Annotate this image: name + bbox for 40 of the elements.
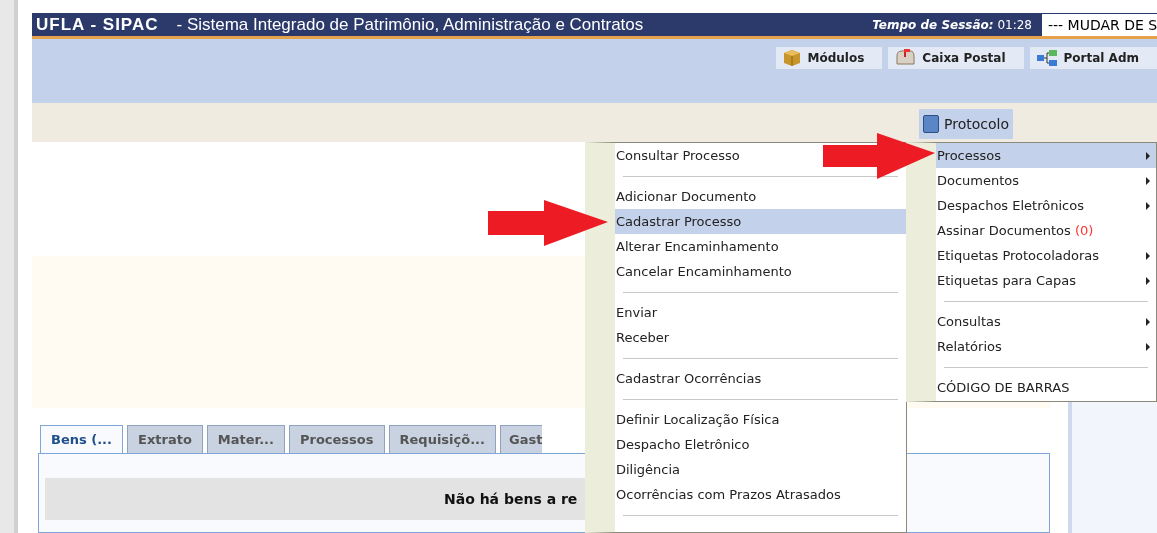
menu-item[interactable]: Processos bbox=[936, 143, 1156, 168]
content-tab[interactable]: Mater... bbox=[206, 425, 285, 453]
system-subtitle: - Sistema Integrado de Patrimônio, Administração e Contratos bbox=[176, 14, 644, 37]
menu-item[interactable]: Adicionar Documento bbox=[615, 184, 763, 209]
empty-message: Não há bens a re bbox=[444, 489, 578, 509]
toolbar-button[interactable]: Portal Adm bbox=[1029, 47, 1157, 70]
book-icon bbox=[923, 115, 939, 134]
session-timer: Tempo de Sessão: 01:28 bbox=[872, 16, 1032, 34]
menu-item[interactable]: Assinar Documentos (0) bbox=[936, 218, 1156, 243]
menu-item[interactable]: Ocorrências com Prazos Atrasados bbox=[615, 482, 847, 507]
menu-item[interactable]: Definir Localização Física bbox=[615, 407, 786, 432]
menu-item[interactable]: Cadastrar Processo bbox=[615, 209, 906, 234]
menu-item[interactable]: Consultar Processo bbox=[615, 143, 746, 168]
menu-item[interactable]: Relatórios bbox=[936, 334, 1156, 359]
menu-item[interactable]: Receber bbox=[615, 325, 676, 350]
menu-item[interactable]: Consultas bbox=[936, 309, 1156, 334]
menu-item[interactable]: Cadastrar Ocorrências bbox=[615, 366, 768, 391]
menu-item[interactable]: Despachos Eletrônicos bbox=[936, 193, 1156, 218]
content-tab[interactable]: Bens (... bbox=[40, 425, 123, 454]
menu-item[interactable]: Etiquetas Protocoladoras bbox=[936, 243, 1156, 268]
menu-item[interactable]: Alterar Encaminhamento bbox=[615, 234, 785, 259]
content-tab[interactable]: Extrato bbox=[127, 425, 203, 453]
content-tab[interactable]: Requisiçõ... bbox=[388, 425, 496, 453]
menu-item[interactable]: CÓDIGO DE BARRAS bbox=[936, 375, 1156, 400]
unit-select[interactable]: --- MUDAR DE S bbox=[1042, 13, 1157, 36]
menu-item[interactable]: Despacho Eletrônico bbox=[615, 432, 756, 457]
network-icon bbox=[1035, 49, 1058, 68]
menu-item[interactable]: Etiquetas para Capas bbox=[936, 268, 1156, 293]
mailbox-icon bbox=[894, 49, 917, 68]
content-tab[interactable]: Processos bbox=[288, 425, 385, 453]
menu-item[interactable]: Enviar bbox=[615, 300, 664, 325]
menu-item[interactable]: Cancelar Encaminhamento bbox=[615, 259, 798, 284]
menu-item[interactable]: Diligência bbox=[615, 457, 687, 482]
toolbar-button[interactable]: Caixa Postal bbox=[888, 47, 1024, 70]
box-icon bbox=[781, 49, 802, 68]
system-name: UFLA - SIPAC bbox=[35, 14, 160, 37]
toolbar-button[interactable]: Módulos bbox=[775, 47, 883, 70]
content-tab[interactable]: Gast bbox=[500, 425, 543, 453]
menu-item[interactable]: Documentos bbox=[936, 168, 1156, 193]
module-tab[interactable]: Protocolo bbox=[919, 109, 1013, 140]
